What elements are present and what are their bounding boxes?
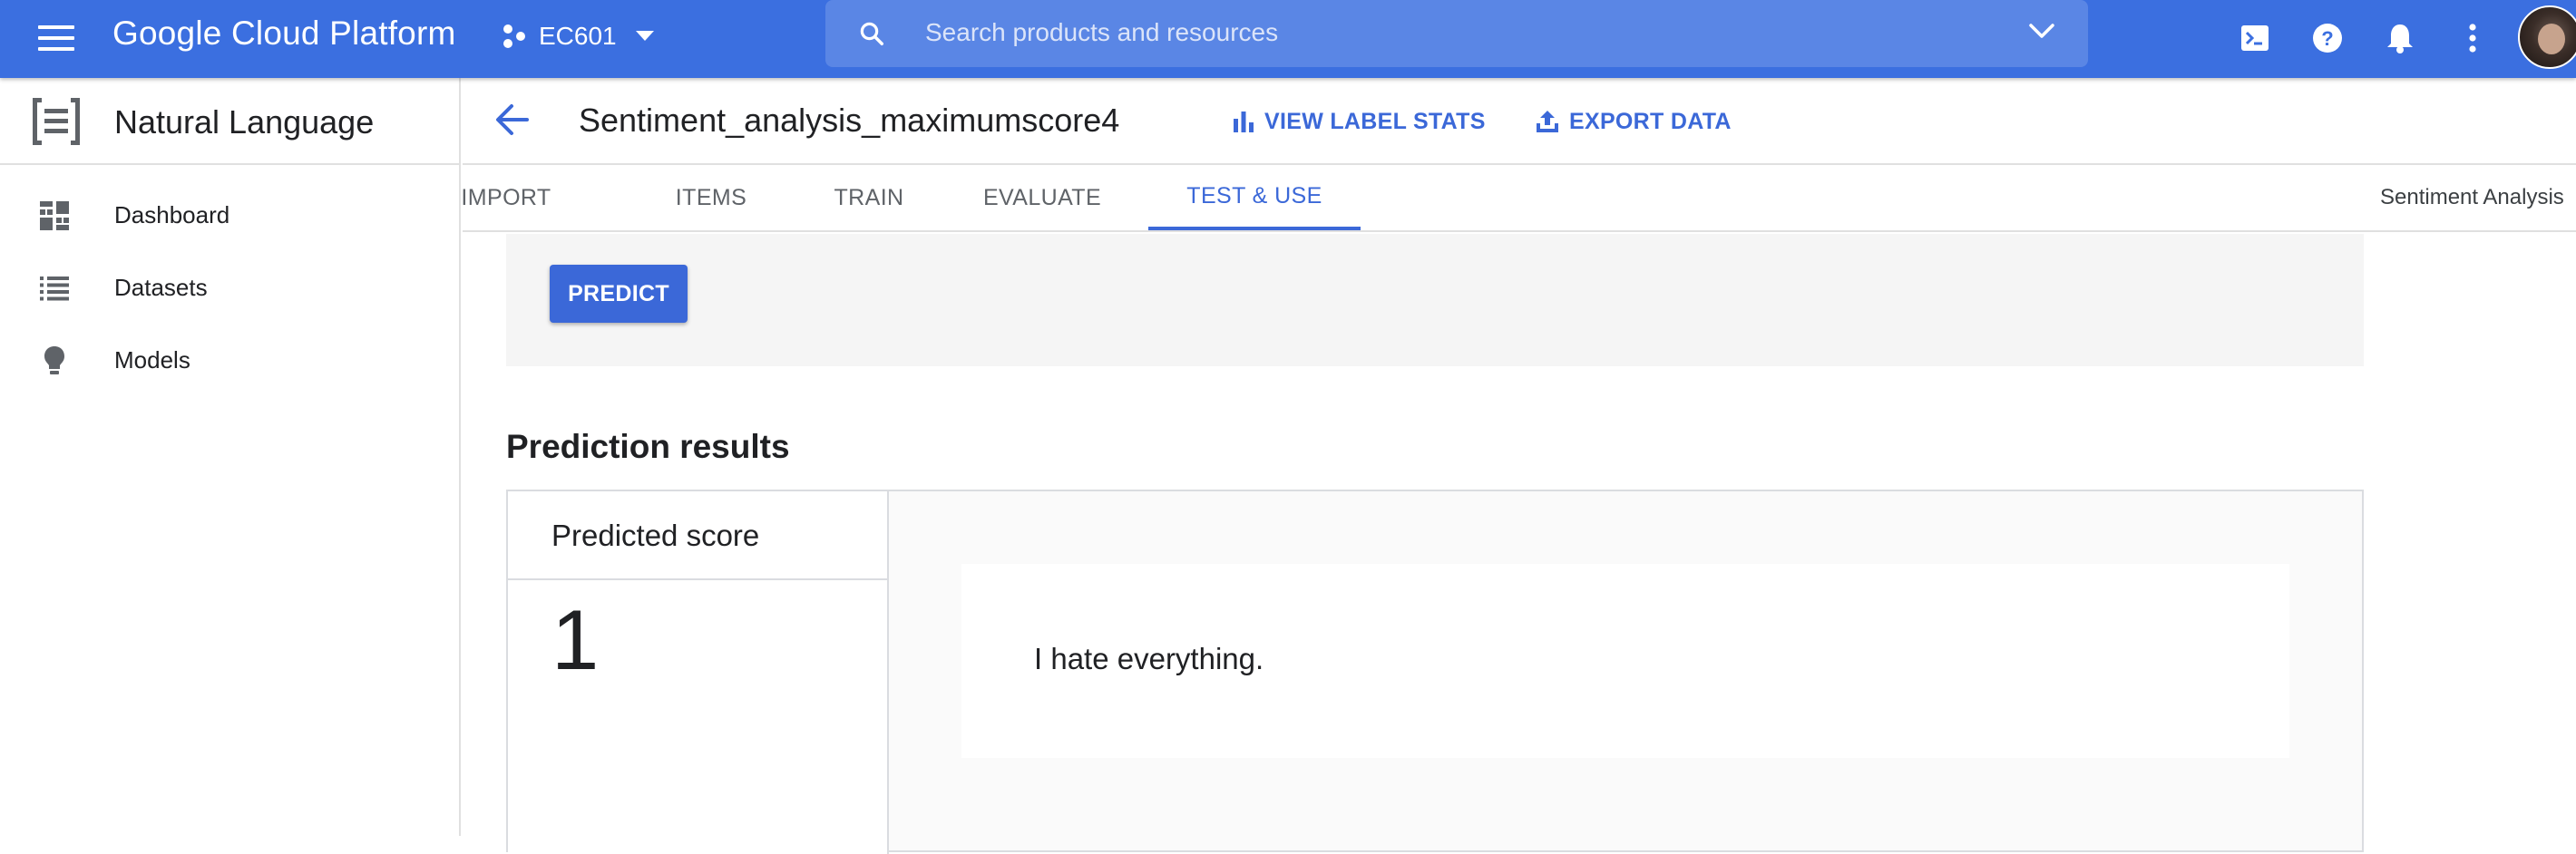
predict-button[interactable]: PREDICT (550, 265, 688, 323)
sidebar: Natural Language Dashboard Datasets Mode… (0, 78, 461, 836)
more-vert-icon[interactable] (2453, 18, 2493, 58)
input-text-card: I hate everything. (961, 564, 2289, 758)
predict-panel: PREDICT (506, 234, 2364, 366)
chevron-down-icon[interactable] (2028, 22, 2055, 42)
sidebar-item-label: Dashboard (114, 201, 230, 228)
back-arrow-icon[interactable] (495, 103, 530, 136)
sidebar-item-dashboard[interactable]: Dashboard (0, 180, 459, 252)
caret-down-icon (635, 31, 654, 41)
project-name: EC601 (539, 22, 617, 50)
model-type-label: Sentiment Analysis (2380, 185, 2564, 209)
predicted-score-label: Predicted score (551, 519, 760, 552)
project-icon (503, 24, 525, 48)
dashboard-icon (38, 199, 71, 232)
view-label-stats-button[interactable]: VIEW LABEL STATS (1232, 105, 1486, 138)
natural-language-logo-icon (33, 98, 80, 145)
export-data-label: EXPORT DATA (1569, 108, 1732, 134)
tab-items[interactable]: ITEMS (666, 165, 756, 230)
tab-test-and-use[interactable]: TEST & USE (1148, 165, 1361, 230)
notifications-icon[interactable] (2380, 18, 2420, 58)
menu-icon[interactable] (38, 22, 74, 54)
sidebar-item-datasets[interactable]: Datasets (0, 252, 459, 325)
predicted-score-column: Predicted score 1 (508, 491, 889, 854)
view-label-stats-label: VIEW LABEL STATS (1264, 108, 1486, 134)
sidebar-header: Natural Language (0, 78, 461, 165)
search-input[interactable] (925, 13, 1923, 53)
project-selector[interactable]: EC601 (501, 16, 666, 56)
predicted-score-value: 1 (551, 592, 600, 687)
sidebar-item-label: Datasets (114, 274, 208, 301)
input-text: I hate everything. (1034, 642, 1264, 675)
main-content: Sentiment_analysis_maximumscore4 VIEW LA… (461, 78, 2576, 854)
sidebar-item-models[interactable]: Models (0, 325, 459, 397)
gcp-brand[interactable]: Google Cloud Platform (112, 15, 456, 53)
prediction-results-heading: Prediction results (506, 428, 790, 465)
svg-text:?: ? (2321, 27, 2333, 50)
search-bar[interactable] (825, 0, 2088, 67)
predicted-score-header: Predicted score (508, 491, 887, 580)
top-app-bar: Google Cloud Platform EC601 ? (0, 0, 2576, 78)
page-title: Sentiment_analysis_maximumscore4 (579, 102, 1120, 139)
product-title: Natural Language (114, 103, 375, 141)
prediction-results-panel: Predicted score 1 I hate everything. (506, 490, 2364, 854)
dataset-header: Sentiment_analysis_maximumscore4 VIEW LA… (463, 78, 2576, 165)
bar-chart-icon (1234, 112, 1254, 132)
export-data-button[interactable]: EXPORT DATA (1535, 105, 1732, 138)
tab-evaluate[interactable]: EVALUATE (969, 165, 1116, 230)
cloud-shell-icon[interactable] (2235, 18, 2275, 58)
help-icon[interactable]: ? (2308, 18, 2347, 58)
avatar[interactable] (2518, 5, 2576, 69)
tab-bar: IMPORT ITEMS TRAIN EVALUATE TEST & USE S… (461, 165, 2576, 232)
search-icon (860, 22, 883, 45)
lightbulb-icon (38, 345, 71, 377)
tab-import[interactable]: IMPORT (461, 165, 551, 230)
sidebar-item-label: Models (114, 346, 190, 374)
tab-train[interactable]: TRAIN (825, 165, 912, 230)
list-icon (38, 272, 71, 305)
upload-icon (1537, 111, 1558, 132)
